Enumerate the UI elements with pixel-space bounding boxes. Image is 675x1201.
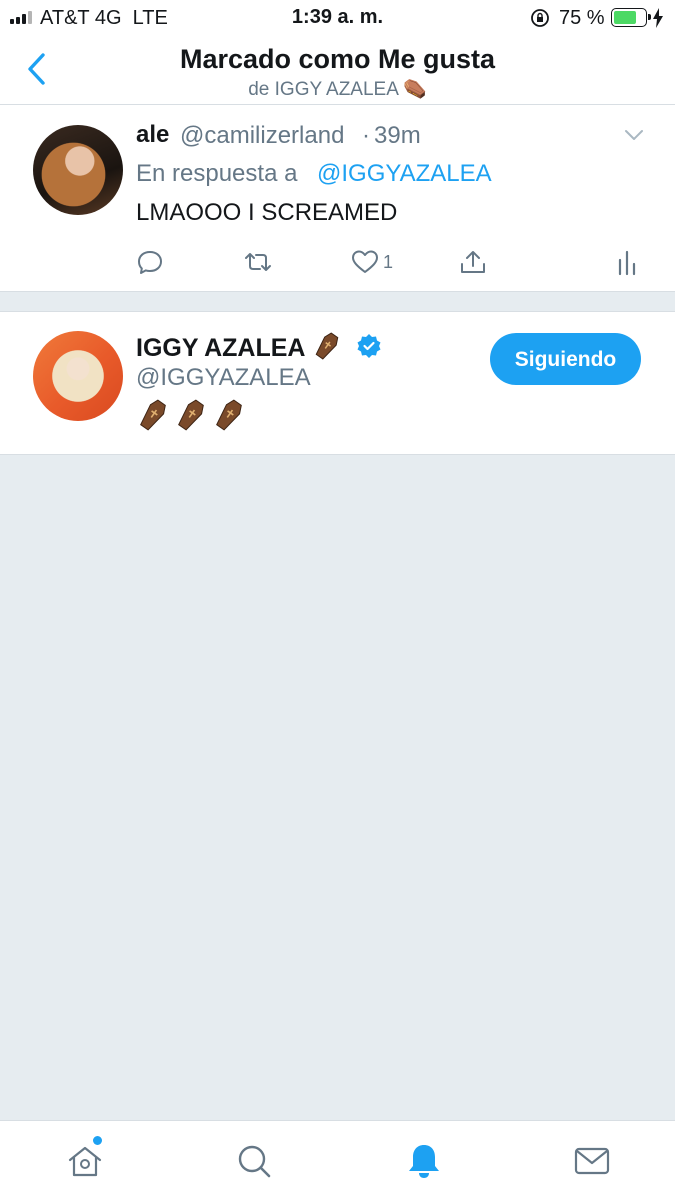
coffin-emoji-icon [316, 332, 339, 360]
messages-icon[interactable] [572, 1141, 612, 1181]
like-button[interactable] [351, 248, 379, 276]
tweet-separator: · [362, 122, 370, 149]
retweet-button[interactable] [244, 248, 272, 276]
tweet-time: 39m [374, 122, 421, 149]
user-display-name[interactable]: IGGY AZALEA [136, 331, 342, 363]
verified-badge-icon [357, 334, 381, 358]
share-icon [461, 251, 485, 273]
tab-bar [0, 1120, 675, 1201]
avatar[interactable] [33, 331, 123, 421]
search-icon[interactable] [234, 1141, 274, 1181]
chevron-down-icon[interactable] [624, 128, 644, 142]
reply-icon [138, 251, 162, 274]
notifications-icon[interactable] [404, 1141, 444, 1181]
following-button[interactable]: Siguiendo [490, 333, 641, 385]
like-count: 1 [383, 252, 394, 272]
status-bar: AT&T 4G LTE 1:39 a. m. 75 % [0, 0, 675, 36]
page-header: Marcado como Me gusta de IGGY AZALEA ⚰️ [0, 36, 675, 105]
page-subtitle: de IGGY AZALEA ⚰️ [248, 79, 427, 100]
battery-percent: 75 % [559, 7, 605, 29]
tweet-text: LMAOOO I SCREAMED [136, 199, 398, 226]
user-card[interactable]: IGGY AZALEA @IGGYAZALEA Siguiendo [0, 311, 675, 455]
home-new-indicator [93, 1136, 102, 1145]
reply-button[interactable] [136, 248, 164, 276]
coffin-emoji-icon [140, 399, 166, 431]
home-icon[interactable] [65, 1141, 105, 1181]
rotation-lock-icon [531, 9, 549, 27]
retweet-icon [245, 253, 271, 271]
tweet[interactable]: ale @camilizerland · 39m En respuesta a … [0, 105, 675, 292]
user-handle[interactable]: @IGGYAZALEA [136, 364, 311, 392]
share-button[interactable] [459, 248, 487, 276]
reply-label: En respuesta a [136, 160, 298, 187]
coffin-emoji-icon [178, 399, 204, 431]
battery-icon [611, 8, 651, 27]
analytics-icon [618, 250, 636, 276]
avatar[interactable] [33, 125, 123, 215]
coffin-emoji-icon [216, 399, 242, 431]
reply-handle-link[interactable]: @IGGYAZALEA [317, 160, 492, 188]
tweet-handle[interactable]: @camilizerland [180, 122, 344, 150]
tweet-display-name[interactable]: ale [136, 121, 169, 149]
charging-icon [653, 8, 663, 28]
analytics-button[interactable] [613, 248, 641, 276]
page-title: Marcado como Me gusta [179, 44, 496, 74]
user-bio [136, 398, 246, 432]
like-icon [352, 250, 378, 273]
